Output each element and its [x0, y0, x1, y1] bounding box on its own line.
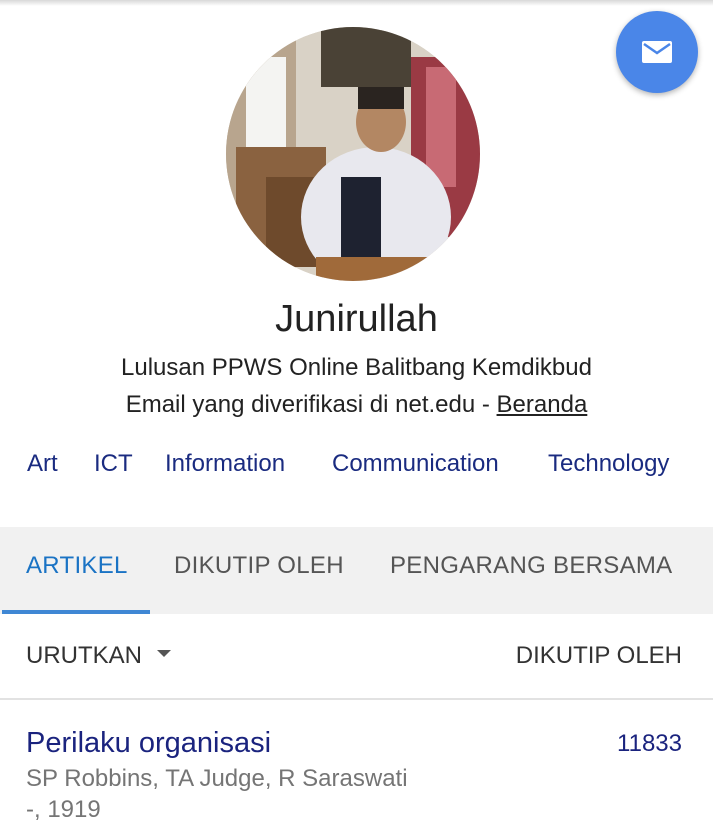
sort-row: URUTKAN DIKUTIP OLEH: [0, 614, 713, 700]
tab-bar: ARTIKEL DIKUTIP OLEH PENGARANG BERSAMA: [0, 527, 713, 614]
tab-artikel[interactable]: ARTIKEL: [26, 552, 128, 580]
mail-icon: [642, 41, 672, 63]
homepage-link[interactable]: Beranda: [497, 391, 588, 418]
profile-name: Junirullah: [275, 298, 438, 340]
sort-button[interactable]: URUTKAN: [26, 642, 142, 670]
interest-art[interactable]: Art: [27, 450, 58, 478]
email-fab-button[interactable]: [616, 11, 698, 93]
top-shadow: [0, 0, 713, 6]
tab-pengarang-bersama[interactable]: PENGARANG BERSAMA: [390, 552, 673, 580]
interest-ict[interactable]: ICT: [94, 450, 133, 478]
interest-technology[interactable]: Technology: [548, 450, 669, 478]
profile-affiliation: Lulusan PPWS Online Balitbang Kemdikbud: [121, 354, 592, 381]
article-authors: SP Robbins, TA Judge, R Saraswati: [26, 765, 408, 792]
article-title[interactable]: Perilaku organisasi: [26, 727, 271, 760]
profile-email-line: Email yang diverifikasi di net.edu - Ber…: [0, 391, 713, 419]
article-venue: -, 1919: [26, 796, 101, 823]
email-text: Email yang diverifikasi di net.edu -: [125, 391, 497, 418]
tab-dikutip-oleh[interactable]: DIKUTIP OLEH: [174, 552, 344, 580]
interest-information[interactable]: Information: [165, 450, 285, 478]
interest-communication[interactable]: Communication: [332, 450, 499, 478]
caret-down-icon[interactable]: [157, 650, 171, 657]
article-cited-count[interactable]: 11833: [617, 730, 682, 758]
cited-by-header[interactable]: DIKUTIP OLEH: [516, 642, 682, 670]
avatar: [226, 27, 480, 281]
